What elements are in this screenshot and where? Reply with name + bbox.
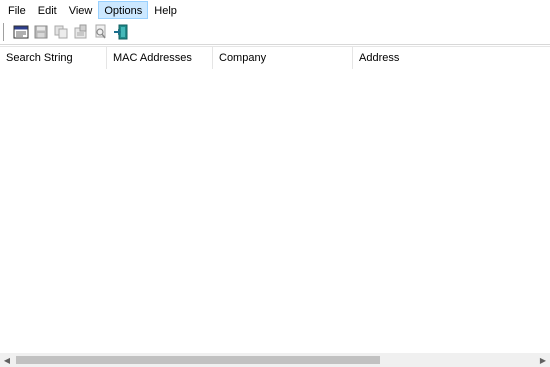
find-button[interactable]: [91, 23, 110, 42]
app-window: File Edit View Options Help Search Strin…: [0, 0, 550, 367]
menu-options[interactable]: Options: [98, 1, 149, 19]
exit-button[interactable]: [111, 23, 130, 42]
list-body: [0, 69, 550, 352]
chevron-left-icon: ◀: [3, 355, 11, 365]
scroll-track[interactable]: [14, 353, 536, 367]
toolbar: [0, 20, 550, 45]
scroll-right-button[interactable]: ▶: [536, 353, 550, 367]
results-list[interactable]: Search String MAC Addresses Company Addr…: [0, 46, 550, 367]
save-icon: [34, 25, 47, 39]
properties-button[interactable]: [71, 23, 90, 42]
chevron-right-icon: ▶: [539, 355, 547, 365]
column-header-address[interactable]: Address: [353, 47, 550, 69]
html-report-button[interactable]: [11, 23, 30, 42]
html-report-icon: [13, 25, 28, 39]
exit-icon: [113, 24, 127, 40]
menu-edit[interactable]: Edit: [32, 1, 63, 19]
menu-bar: File Edit View Options Help: [0, 0, 550, 20]
column-header-company[interactable]: Company: [213, 47, 353, 69]
list-header: Search String MAC Addresses Company Addr…: [0, 47, 550, 69]
menu-help[interactable]: Help: [148, 1, 183, 19]
scroll-left-button[interactable]: ◀: [0, 353, 14, 367]
find-icon: [95, 24, 106, 39]
copy-button[interactable]: [51, 23, 70, 42]
column-header-search-string[interactable]: Search String: [0, 47, 107, 69]
toolbar-grip[interactable]: [3, 23, 7, 41]
menu-view[interactable]: View: [63, 1, 99, 19]
save-button[interactable]: [31, 23, 50, 42]
menu-file[interactable]: File: [2, 1, 32, 19]
properties-icon: [74, 24, 86, 39]
column-header-mac-addresses[interactable]: MAC Addresses: [107, 47, 213, 69]
horizontal-scrollbar[interactable]: ◀ ▶: [0, 353, 550, 367]
copy-icon: [54, 25, 67, 39]
scroll-thumb[interactable]: [16, 356, 380, 364]
